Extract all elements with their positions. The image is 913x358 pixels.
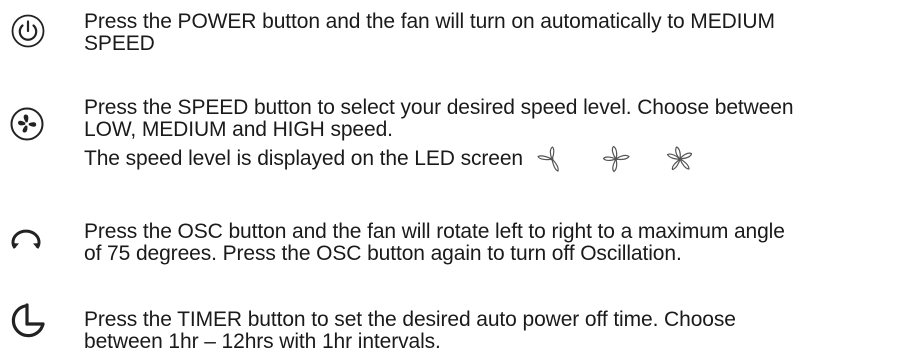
instruction-timer-line-2: between 1hr – 12hrs with 1hr intervals. [84,330,441,353]
instruction-speed-line-1: Press the SPEED button to select your de… [84,96,794,119]
timer-icon [11,303,45,338]
oscillation-icon [11,229,41,249]
low-speed-fan-icon [537,146,559,172]
medium-speed-fan-icon [602,145,630,173]
instruction-power-line-1: Press the POWER button and the fan will … [84,10,775,33]
instruction-speed-line-3: The speed level is displayed on the LED … [84,147,523,170]
instruction-oscillation-line-1: Press the OSC button and the fan will ro… [84,220,785,243]
high-speed-fan-icon [666,146,693,171]
power-icon [11,14,45,48]
instruction-power-line-2: SPEED [84,32,155,55]
instruction-speed-line-2: LOW, MEDIUM and HIGH speed. [84,118,393,141]
instruction-timer-line-1: Press the TIMER button to set the desire… [84,308,736,331]
speed-indicators [535,143,727,175]
fan-speed-icon [10,107,44,141]
instruction-oscillation-line-2: of 75 degrees. Press the OSC button agai… [84,242,682,265]
